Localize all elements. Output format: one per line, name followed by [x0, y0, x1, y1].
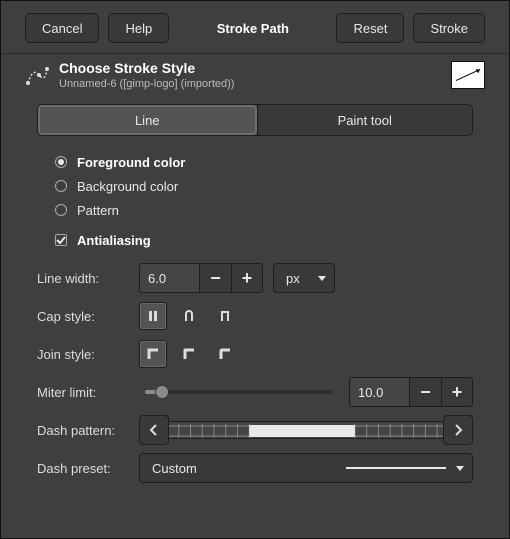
- radio-icon: [55, 180, 67, 192]
- line-width-spinner: − +: [139, 263, 263, 293]
- join-round-button[interactable]: [175, 340, 203, 368]
- dash-preset-row: Dash preset: Custom: [37, 452, 473, 484]
- unit-select[interactable]: px: [273, 263, 335, 293]
- line-width-row: Line width: − + px: [37, 262, 473, 294]
- cap-style-row: Cap style:: [37, 300, 473, 332]
- cap-butt-button[interactable]: [139, 302, 167, 330]
- dialog-title: Stroke Path: [207, 13, 299, 43]
- path-icon: [25, 63, 49, 87]
- miter-limit-slider[interactable]: [145, 390, 333, 394]
- slider-thumb[interactable]: [155, 385, 169, 399]
- dialog-button-bar: Cancel Help Stroke Path Reset Stroke: [1, 1, 509, 54]
- dash-pattern-label: Dash pattern:: [37, 423, 129, 438]
- unit-value: px: [286, 271, 300, 286]
- miter-limit-input[interactable]: [349, 377, 409, 407]
- decrement-button[interactable]: −: [409, 377, 441, 407]
- line-width-input[interactable]: [139, 263, 199, 293]
- cap-round-button[interactable]: [175, 302, 203, 330]
- dash-scroll-right-button[interactable]: [443, 415, 473, 445]
- reset-button[interactable]: Reset: [336, 13, 404, 43]
- check-icon: [55, 234, 67, 246]
- dash-pattern-row: Dash pattern:: [37, 414, 473, 446]
- tab-paint-tool[interactable]: Paint tool: [257, 105, 473, 135]
- dash-preset-value: Custom: [152, 461, 197, 476]
- check-label: Antialiasing: [77, 233, 151, 248]
- radio-foreground[interactable]: Foreground color: [55, 150, 473, 174]
- dash-preset-label: Dash preset:: [37, 461, 129, 476]
- cap-square-button[interactable]: [211, 302, 239, 330]
- join-style-label: Join style:: [37, 347, 129, 362]
- miter-limit-spinner: − +: [349, 377, 473, 407]
- cap-style-group: [139, 302, 239, 330]
- radio-label: Pattern: [77, 203, 119, 218]
- line-width-label: Line width:: [37, 271, 129, 286]
- radio-icon: [55, 156, 67, 168]
- join-style-group: [139, 340, 239, 368]
- cancel-button[interactable]: Cancel: [25, 13, 99, 43]
- chevron-down-icon: [318, 276, 326, 281]
- tab-line[interactable]: Line: [38, 105, 257, 135]
- stroke-path-dialog: Cancel Help Stroke Path Reset Stroke Cho…: [0, 0, 510, 539]
- color-source-group: Foreground color Background color Patter…: [37, 150, 473, 222]
- join-miter-button[interactable]: [139, 340, 167, 368]
- radio-label: Foreground color: [77, 155, 185, 170]
- style-tabs: Line Paint tool: [37, 104, 473, 136]
- miter-limit-row: Miter limit: − +: [37, 376, 473, 408]
- increment-button[interactable]: +: [441, 377, 473, 407]
- dash-preset-preview-line: [346, 467, 446, 469]
- help-button[interactable]: Help: [108, 13, 169, 43]
- join-bevel-button[interactable]: [211, 340, 239, 368]
- stroke-preview: [451, 61, 485, 89]
- radio-label: Background color: [77, 179, 178, 194]
- dash-preset-select[interactable]: Custom: [139, 453, 473, 483]
- radio-pattern[interactable]: Pattern: [55, 198, 473, 222]
- join-style-row: Join style:: [37, 338, 473, 370]
- stroke-button[interactable]: Stroke: [413, 13, 485, 43]
- increment-button[interactable]: +: [231, 263, 263, 293]
- subheader-title: Choose Stroke Style: [59, 60, 441, 76]
- chevron-down-icon: [456, 466, 464, 471]
- dash-pattern-editor[interactable]: [169, 421, 443, 439]
- dialog-subheader: Choose Stroke Style Unnamed-6 ([gimp-log…: [1, 54, 509, 98]
- checkbox-antialiasing[interactable]: Antialiasing: [37, 228, 473, 252]
- miter-limit-label: Miter limit:: [37, 385, 129, 400]
- radio-background[interactable]: Background color: [55, 174, 473, 198]
- radio-icon: [55, 204, 67, 216]
- cap-style-label: Cap style:: [37, 309, 129, 324]
- subheader-subtitle: Unnamed-6 ([gimp-logo] (imported)): [59, 78, 441, 90]
- decrement-button[interactable]: −: [199, 263, 231, 293]
- dash-scroll-left-button[interactable]: [139, 415, 169, 445]
